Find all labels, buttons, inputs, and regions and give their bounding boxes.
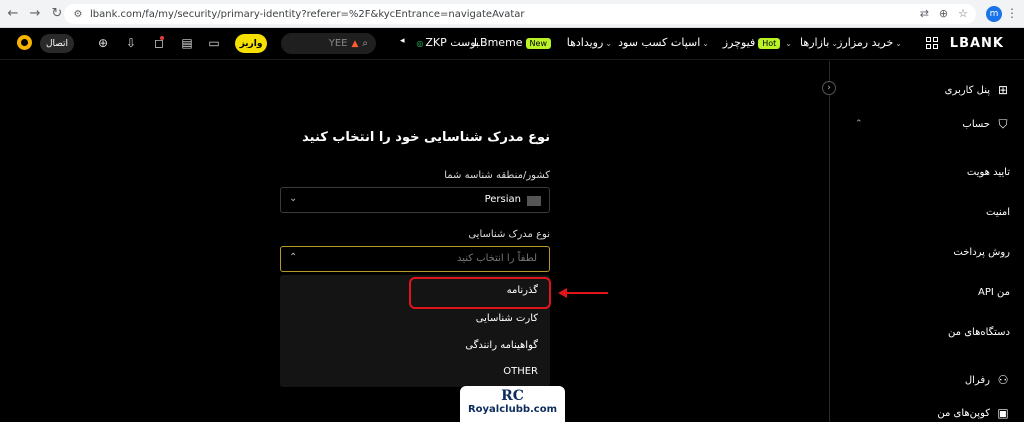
chevron-down-icon: ⌄ xyxy=(831,39,838,48)
sidebar-item-verification[interactable]: تایید هویت xyxy=(967,167,1010,178)
search-input[interactable]: YEE ▲ ⌕ xyxy=(281,33,376,54)
zoom-icon[interactable]: ⊕ xyxy=(939,7,948,20)
sidebar-item-payment-method[interactable]: روش پرداخت xyxy=(953,247,1010,258)
sidebar-item-security[interactable]: امنیت xyxy=(986,207,1010,218)
watermark-logo: RC xyxy=(501,388,524,404)
address-bar[interactable]: ⚙ lbank.com/fa/my/security/primary-ident… xyxy=(64,4,976,24)
annotation-arrow xyxy=(566,292,608,294)
search-icon: ⌕ xyxy=(362,38,368,49)
dashboard-icon: ⊞ xyxy=(997,83,1009,97)
scroll-left-icon[interactable]: ◂ xyxy=(400,36,405,46)
sidebar-item-account[interactable]: حساب xyxy=(962,119,990,130)
apps-grid-icon[interactable] xyxy=(926,37,938,49)
connect-button[interactable]: اتصال xyxy=(40,34,74,53)
nav-markets[interactable]: بازارها ⌄ xyxy=(800,36,840,49)
option-driving-license[interactable]: گواهینامه رانندگی xyxy=(286,333,544,359)
flag-icon xyxy=(527,196,541,206)
doc-type-placeholder: لطفاً را انتخاب کنید xyxy=(456,253,537,264)
lbank-logo[interactable]: LBANK xyxy=(950,36,1004,51)
chevron-up-icon[interactable]: ⌃ xyxy=(855,119,863,129)
hot-badge: Hot xyxy=(758,37,781,49)
bookmark-star-icon[interactable]: ☆ xyxy=(958,7,968,20)
nav-buy-crypto[interactable]: خرید رمزارز ⌄ xyxy=(837,36,904,49)
orders-icon[interactable]: ▤ xyxy=(180,36,194,50)
browser-toolbar: ← → ↻ ⚙ lbank.com/fa/my/security/primary… xyxy=(0,0,1024,28)
chevron-up-icon: ⌃ xyxy=(289,252,298,263)
doc-type-label: نوع مدرک شناسایی xyxy=(468,229,550,240)
fire-icon: ▲ xyxy=(351,38,359,49)
notification-dot xyxy=(160,36,164,40)
zkp-logo-icon: ◎ xyxy=(416,39,424,48)
option-other[interactable]: OTHER xyxy=(286,359,544,385)
sidebar-collapse-icon[interactable]: › xyxy=(822,81,836,95)
country-value: Persian xyxy=(484,194,521,205)
arrow-head-icon xyxy=(558,288,567,298)
deposit-button[interactable]: واریز xyxy=(235,34,267,53)
wallet-icon[interactable]: ▭ xyxy=(207,36,221,50)
option-id-card[interactable]: کارت شناسایی xyxy=(286,306,544,332)
browser-menu-icon[interactable]: ⋮ xyxy=(1006,6,1018,20)
shield-icon: ⛉ xyxy=(998,116,1008,131)
url-text: lbank.com/fa/my/security/primary-identit… xyxy=(90,8,525,20)
nav-earn[interactable]: کسب سود ⌄ xyxy=(618,36,678,49)
country-select[interactable]: Persian ⌄ xyxy=(280,187,550,213)
site-info-icon[interactable]: ⚙ xyxy=(72,8,84,20)
chevron-down-icon: ⌄ xyxy=(895,39,902,48)
account-sidebar xyxy=(829,61,1024,422)
watermark: RC Royalclubb.com xyxy=(460,386,565,422)
sidebar-item-dashboard[interactable]: پنل کاربری xyxy=(945,85,990,96)
profile-avatar[interactable]: m xyxy=(986,6,1002,22)
chevron-down-icon: ⌄ xyxy=(785,39,792,48)
download-icon[interactable]: ⇩ xyxy=(124,36,138,50)
users-icon: ⚇ xyxy=(997,373,1009,387)
sidebar-item-devices[interactable]: دستگاه‌های من xyxy=(948,327,1010,338)
back-icon[interactable]: ← xyxy=(4,5,22,23)
watermark-text: Royalclubb.com xyxy=(467,404,558,415)
chevron-down-icon: ⌄ xyxy=(605,39,612,48)
country-label: کشور/منطقه شناسه شما xyxy=(444,170,550,181)
page-title: نوع مدرک شناسایی خود را انتخاب کنید xyxy=(302,130,550,145)
highlight-box xyxy=(409,277,551,309)
nav-events[interactable]: رویدادها ⌄ xyxy=(567,36,614,49)
new-badge: New xyxy=(525,37,551,49)
forward-icon[interactable]: → xyxy=(26,5,44,23)
sidebar-item-coupons[interactable]: کوپن‌های من xyxy=(937,408,990,419)
user-avatar-icon[interactable] xyxy=(17,35,32,50)
sidebar-item-api[interactable]: API من xyxy=(978,287,1010,298)
page: ← → ↻ ⚙ lbank.com/fa/my/security/primary… xyxy=(0,0,1024,422)
translate-icon[interactable]: ⇄ xyxy=(920,7,929,20)
sidebar-item-referral[interactable]: رفرال xyxy=(965,375,990,386)
nav-lbmeme[interactable]: LBmeme New xyxy=(474,36,554,49)
chevron-down-icon: ⌄ xyxy=(289,193,298,204)
nav-futures[interactable]: فیوچرز Hot ⌄ xyxy=(723,36,794,49)
site-header: LBANK خرید رمزارز ⌄ بازارها ⌄ فیوچرز Hot ⌄ ا… xyxy=(0,28,1024,60)
chevron-down-icon: ⌄ xyxy=(702,39,709,48)
doc-type-select[interactable]: لطفاً را انتخاب کنید ⌃ xyxy=(280,246,550,272)
globe-icon[interactable]: ⊕ xyxy=(96,36,110,50)
ticket-icon: ▣ xyxy=(997,406,1009,420)
chevron-down-icon: ⌄ xyxy=(669,39,676,48)
nav-zkp-boost[interactable]: ◎ ZKP بوست xyxy=(414,36,479,49)
